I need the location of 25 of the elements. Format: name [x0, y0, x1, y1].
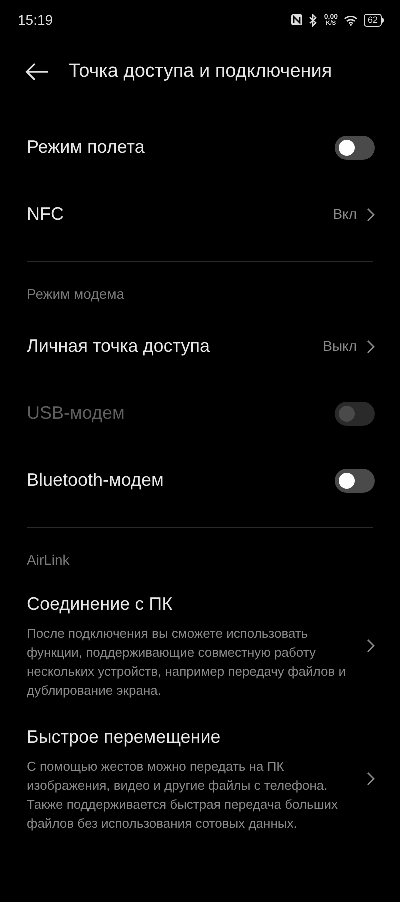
chevron-right-icon	[367, 638, 375, 652]
wifi-icon	[344, 14, 358, 26]
bluetooth-icon	[309, 14, 318, 26]
status-time: 15:19	[18, 10, 54, 30]
chevron-right-icon	[367, 208, 375, 222]
setting-description: После подключения вы сможете использовать функции, поддерживающие совместную работу нескольких устройств, например передачу файлов и дублирование экрана.	[27, 625, 347, 700]
setting-label[interactable]: Соединение с ПК	[27, 591, 357, 618]
setting-label: USB-модем	[27, 402, 125, 425]
setting-description: С помощью жестов можно передать на ПК изображения, видео и другие файлы с телефона. Также поддерживается быстрая передача больших файлов без использования сотовых данных.	[27, 758, 340, 833]
chevron-right-icon	[367, 772, 375, 786]
setting-label[interactable]: NFC	[27, 201, 64, 228]
setting-label[interactable]: Личная точка доступа	[27, 333, 210, 360]
toggle-switch[interactable]	[335, 468, 375, 492]
setting-label[interactable]: Быстрое перемещение	[27, 724, 357, 751]
setting-label: Режим полета	[27, 136, 145, 159]
setting-label: Bluetooth-модем	[27, 469, 164, 492]
nfc-icon	[291, 14, 304, 26]
setting-value: Выкл	[323, 337, 357, 356]
battery-level: 62	[368, 16, 378, 24]
setting-value: Вкл	[333, 205, 357, 224]
section-header: AirLink	[27, 552, 70, 568]
chevron-right-icon	[367, 340, 375, 354]
toggle-switch[interactable]	[335, 136, 375, 160]
page-title: Точка доступа и подключения	[69, 60, 332, 84]
section-header: Режим модема	[27, 286, 125, 302]
